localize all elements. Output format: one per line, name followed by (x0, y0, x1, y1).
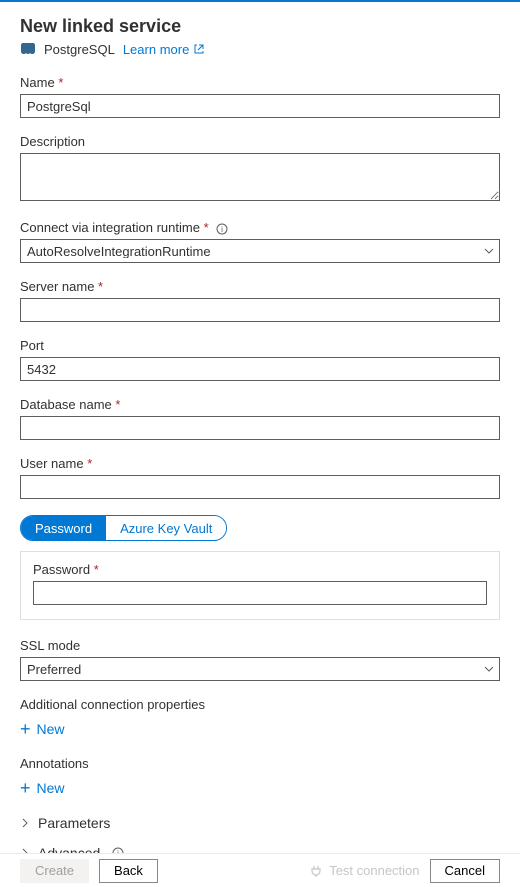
annotations-new-button[interactable]: + New (20, 779, 65, 797)
postgresql-icon (20, 41, 36, 57)
tab-password[interactable]: Password (21, 516, 106, 540)
section-advanced[interactable]: Advanced i (20, 845, 500, 853)
port-label: Port (20, 338, 500, 353)
username-input[interactable] (20, 475, 500, 499)
plus-icon: + (20, 779, 31, 797)
password-source-toggle[interactable]: Password Azure Key Vault (20, 515, 227, 541)
learn-more-link[interactable]: Learn more (123, 42, 205, 57)
sslmode-label: SSL mode (20, 638, 500, 653)
runtime-label: Connect via integration runtime * i (20, 220, 500, 235)
database-label: Database name * (20, 397, 500, 412)
learn-more-label: Learn more (123, 42, 189, 57)
runtime-select[interactable]: AutoResolveIntegrationRuntime (20, 239, 500, 263)
description-label: Description (20, 134, 500, 149)
port-input[interactable] (20, 357, 500, 381)
password-input[interactable] (33, 581, 487, 605)
info-icon[interactable]: i (216, 223, 228, 235)
sslmode-select[interactable]: Preferred (20, 657, 500, 681)
cancel-button[interactable]: Cancel (430, 859, 500, 883)
footer-bar: Create Back Test connection Cancel (0, 853, 520, 887)
plus-icon: + (20, 720, 31, 738)
svg-text:i: i (221, 225, 223, 234)
create-button: Create (20, 859, 89, 883)
addprops-new-button[interactable]: + New (20, 720, 65, 738)
description-input[interactable] (20, 153, 500, 201)
addprops-heading: Additional connection properties (20, 697, 500, 712)
name-input[interactable] (20, 94, 500, 118)
server-input[interactable] (20, 298, 500, 322)
section-parameters[interactable]: Parameters (20, 815, 500, 831)
password-label: Password * (33, 562, 487, 577)
tab-azure-key-vault[interactable]: Azure Key Vault (106, 516, 226, 540)
back-button[interactable]: Back (99, 859, 158, 883)
name-label: Name * (20, 75, 500, 90)
chevron-right-icon (20, 818, 30, 828)
connector-name: PostgreSQL (44, 42, 115, 57)
page-title: New linked service (20, 16, 500, 37)
server-label: Server name * (20, 279, 500, 294)
annotations-heading: Annotations (20, 756, 500, 771)
database-input[interactable] (20, 416, 500, 440)
plug-icon (309, 864, 323, 878)
username-label: User name * (20, 456, 500, 471)
external-link-icon (193, 43, 205, 55)
test-connection-button: Test connection (309, 863, 419, 878)
